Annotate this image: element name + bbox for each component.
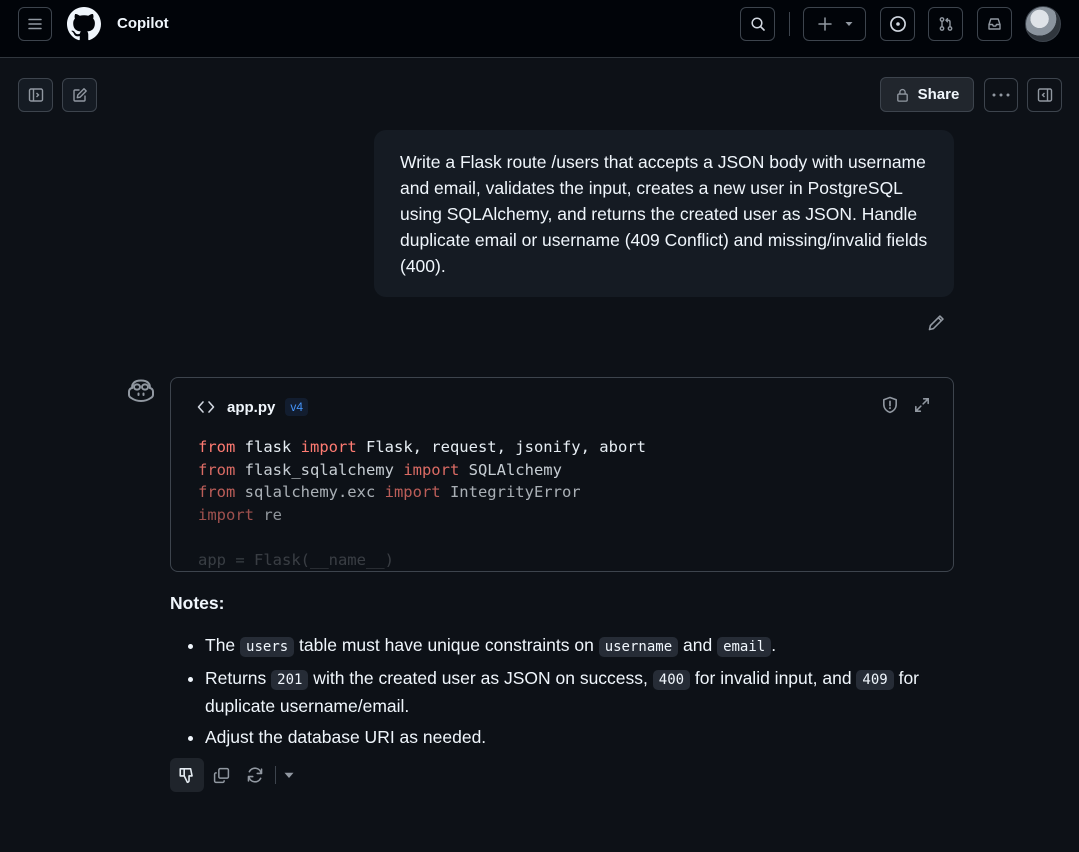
- notes-heading: Notes:: [170, 593, 225, 613]
- issues-button[interactable]: [880, 7, 915, 41]
- share-button[interactable]: Share: [880, 77, 974, 112]
- inline-code: 409: [856, 670, 894, 690]
- copy-button[interactable]: [204, 758, 238, 792]
- triangle-down-icon: [845, 22, 852, 26]
- share-label: Share: [917, 86, 960, 103]
- user-avatar[interactable]: [1025, 6, 1061, 42]
- inline-code: email: [717, 637, 772, 657]
- page-title[interactable]: Copilot: [117, 15, 169, 32]
- github-logo-icon[interactable]: [67, 7, 101, 41]
- code-version-badge: v4: [285, 398, 309, 416]
- sidebar-toggle-icon: [28, 88, 43, 102]
- pull-requests-button[interactable]: [928, 7, 963, 41]
- issue-opened-icon: [889, 16, 906, 32]
- shield-icon[interactable]: [881, 396, 899, 414]
- global-header: Copilot: [0, 0, 1079, 58]
- search-icon: [750, 17, 765, 31]
- new-chat-button[interactable]: [62, 78, 97, 112]
- inbox-icon: [988, 18, 1001, 30]
- more-options-button[interactable]: [984, 78, 1018, 112]
- kebab-horizontal-icon: [992, 93, 1010, 97]
- list-item: Returns 201 with the created user as JSO…: [205, 665, 965, 719]
- code-line: from flask_sqlalchemy import SQLAlchemy: [198, 460, 562, 479]
- retry-button[interactable]: [238, 758, 272, 792]
- create-new-button[interactable]: [803, 7, 866, 41]
- toggle-panel-button[interactable]: [1027, 78, 1062, 112]
- toggle-sidebar-button[interactable]: [18, 78, 53, 112]
- inline-code: username: [598, 637, 679, 657]
- list-item: The users table must have unique constra…: [205, 632, 965, 660]
- header-divider: [789, 12, 790, 36]
- code-line: from sqlalchemy.exc import IntegrityErro…: [198, 483, 581, 502]
- search-button[interactable]: [740, 7, 775, 41]
- sync-icon: [247, 767, 263, 783]
- new-chat-icon: [72, 88, 87, 102]
- sidebar-toggle-icon: [1037, 88, 1052, 102]
- git-pull-request-icon: [939, 17, 952, 31]
- code-card[interactable]: app.py v4 from flask import Flask, reque…: [170, 377, 954, 572]
- code-filename[interactable]: app.py: [227, 399, 275, 416]
- code-block: from flask import Flask, request, jsonif…: [198, 436, 646, 571]
- inline-code: 201: [271, 670, 309, 690]
- plus-icon: [817, 17, 832, 31]
- code-card-tools: [881, 396, 931, 414]
- inline-code: 400: [652, 670, 691, 690]
- actions-divider: [275, 766, 276, 784]
- code-line: import re: [198, 505, 282, 524]
- user-message: Write a Flask route /users that accepts …: [374, 130, 954, 297]
- list-item: Adjust the database URI as needed.: [205, 724, 965, 750]
- thumbs-down-icon: [179, 768, 193, 784]
- copilot-icon: [128, 379, 154, 402]
- copy-icon: [213, 767, 229, 783]
- code-icon: [197, 401, 215, 413]
- triangle-down-icon[interactable]: [283, 769, 295, 781]
- inline-code: users: [240, 637, 295, 657]
- expand-icon[interactable]: [913, 396, 931, 414]
- menu-icon: [28, 18, 42, 30]
- inbox-button[interactable]: [977, 7, 1012, 41]
- thumbs-down-button[interactable]: [170, 758, 204, 792]
- notes-list: The users table must have unique constra…: [186, 632, 965, 755]
- code-line: from flask import Flask, request, jsonif…: [198, 438, 646, 456]
- code-card-header: app.py v4: [197, 398, 309, 416]
- menu-button[interactable]: [18, 7, 52, 41]
- pencil-icon[interactable]: [927, 314, 945, 332]
- response-actions: [170, 758, 295, 792]
- lock-icon: [896, 88, 908, 102]
- code-line: app = Flask(__name__): [198, 550, 394, 569]
